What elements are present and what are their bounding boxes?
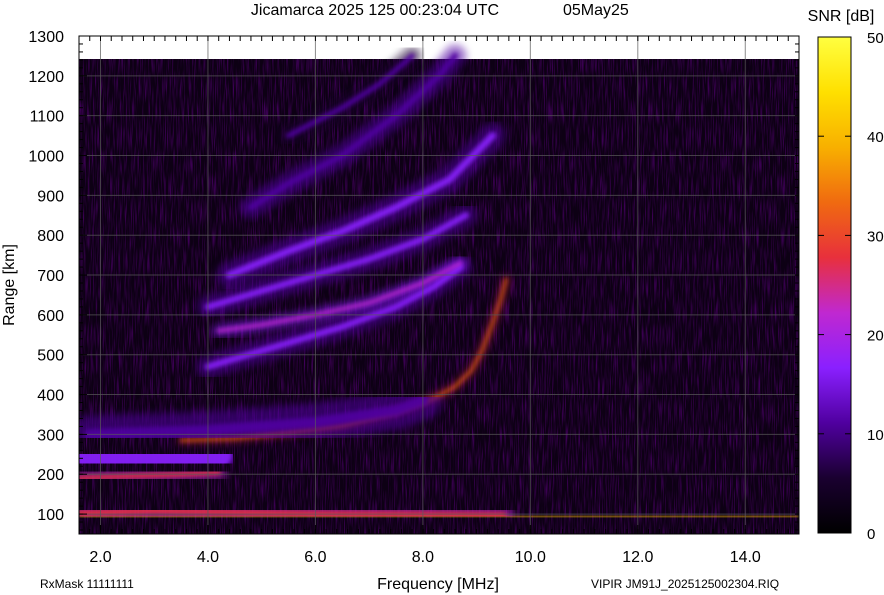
y-tick-label-0: 100 xyxy=(37,507,64,524)
ionogram-figure: Jicamarca 2025 125 00:23:04 UTC 05May25 … xyxy=(1,2,884,593)
colorbar: 0 10 20 30 40 50 xyxy=(817,30,884,543)
colorbar-gradient xyxy=(817,36,852,534)
echo-trace-3 xyxy=(79,441,233,476)
y-tick-label-12: 1300 xyxy=(28,29,64,46)
y-tick-label-2: 300 xyxy=(37,427,64,444)
x-tick-label-4: 10.0 xyxy=(515,549,546,566)
chart-title: Jicamarca 2025 125 00:23:04 UTC xyxy=(251,2,499,19)
x-tick-label-6: 14.0 xyxy=(730,549,761,566)
colorbar-label: SNR [dB] xyxy=(808,8,875,25)
x-tick-label-3: 8.0 xyxy=(412,549,434,566)
x-tick-label-5: 12.0 xyxy=(622,549,653,566)
colorbar-tick-label-0: 0 xyxy=(867,526,875,543)
x-tick-label-2: 6.0 xyxy=(304,549,326,566)
colorbar-tick-label-4: 40 xyxy=(867,129,884,146)
y-tick-label-10: 1100 xyxy=(30,109,65,126)
colorbar-tick-label-5: 50 xyxy=(867,30,884,47)
x-tick-label-0: 2.0 xyxy=(89,549,111,566)
y-tick-label-3: 400 xyxy=(37,388,64,405)
file-label: VIPIR JM91J_2025125002304.RIQ xyxy=(591,577,779,591)
colorbar-tick-label-1: 10 xyxy=(867,427,884,444)
rxmask-label: RxMask 11111111 xyxy=(40,577,134,591)
y-tick-label-5: 600 xyxy=(37,308,64,325)
y-tick-label-1: 200 xyxy=(37,467,64,484)
white-strip-top xyxy=(79,36,799,59)
y-tick-label-4: 500 xyxy=(37,348,64,365)
plot-area xyxy=(78,35,800,535)
y-tick-label-11: 1200 xyxy=(28,69,64,86)
x-axis-label: Frequency [MHz] xyxy=(377,576,499,593)
y-axis-label: Range [km] xyxy=(1,244,18,326)
colorbar-tick-label-3: 30 xyxy=(867,228,884,245)
y-tick-label-6: 700 xyxy=(37,268,64,285)
date-label: 05May25 xyxy=(563,2,629,19)
y-axis-ticks: 100 200 300 400 500 600 700 800 900 1000 1100 1200 1… xyxy=(28,29,87,524)
colorbar-tick-label-2: 20 xyxy=(867,328,884,345)
y-tick-label-8: 900 xyxy=(37,188,64,205)
y-tick-label-9: 1000 xyxy=(28,149,64,166)
y-tick-label-7: 800 xyxy=(37,228,64,245)
x-tick-label-1: 4.0 xyxy=(197,549,219,566)
